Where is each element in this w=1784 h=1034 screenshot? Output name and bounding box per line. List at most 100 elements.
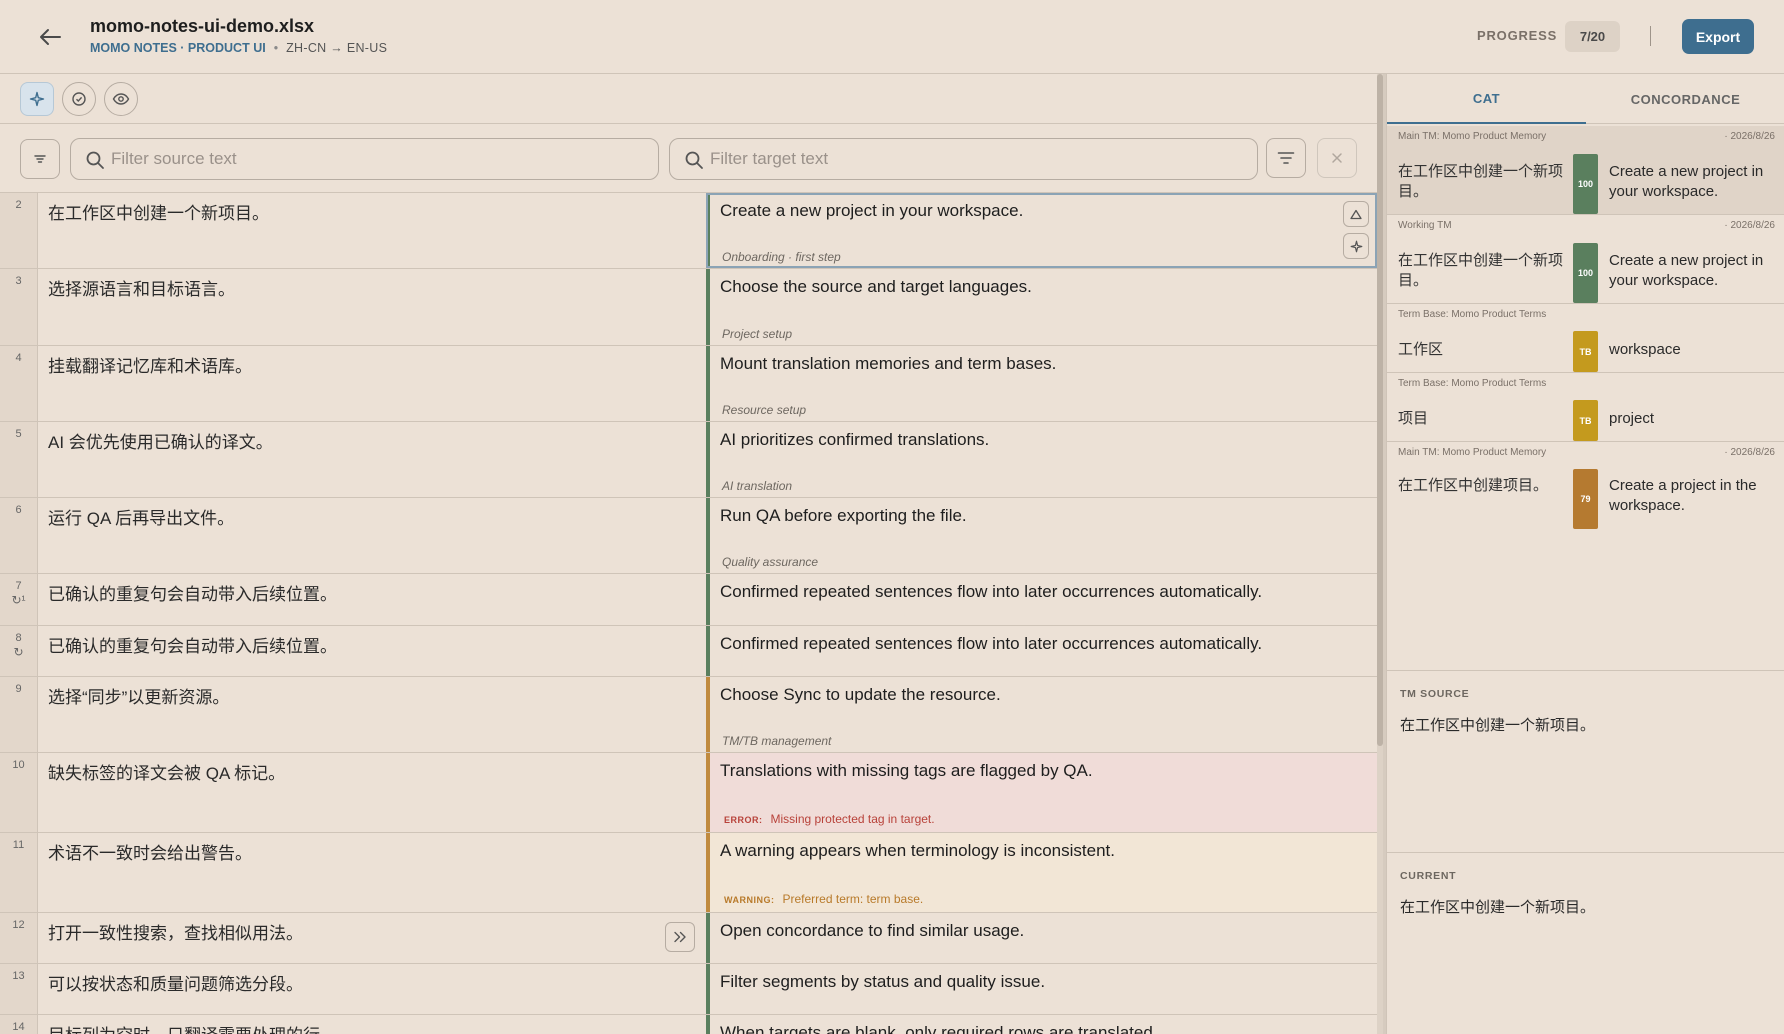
segment-row[interactable]: 14 目标列为空时，只翻译需要处理的行。 When targets are bl…	[0, 1015, 1377, 1034]
match-source: 项目	[1398, 410, 1429, 427]
clear-filters-button[interactable]	[1317, 138, 1357, 178]
segment-row[interactable]: 12 打开一致性搜索，查找相似用法。 Open concordance to f…	[0, 913, 1377, 964]
segment-target-cell[interactable]: Filter segments by status and quality is…	[706, 964, 1377, 1014]
segment-row[interactable]: 5 AI 会优先使用已确认的译文。 AI prioritizes confirm…	[0, 422, 1377, 498]
match-source: 在工作区中创建项目。	[1398, 477, 1549, 494]
menu-lines-icon	[34, 155, 46, 163]
ai-sparkle-button[interactable]	[20, 82, 54, 116]
tb-match[interactable]: Term Base: Momo Product Terms 项目 TB proj…	[1387, 373, 1784, 442]
eye-icon	[112, 93, 130, 105]
segment-row[interactable]: 2 在工作区中创建一个新项目。 Create a new project in …	[0, 193, 1377, 269]
segment-target[interactable]: When targets are blank, only required ro…	[720, 1023, 1158, 1034]
segment-target-cell[interactable]: A warning appears when terminology is in…	[706, 833, 1377, 912]
header-divider	[1650, 26, 1651, 46]
segment-target-cell[interactable]: Choose Sync to update the resource. TM/T…	[706, 677, 1377, 752]
segment-number: 13	[0, 964, 38, 1014]
segment-row[interactable]: 3 选择源语言和目标语言。 Choose the source and targ…	[0, 269, 1377, 346]
segment-row[interactable]: 10 缺失标签的译文会被 QA 标记。 Translations with mi…	[0, 753, 1377, 833]
match-score: 100	[1573, 243, 1598, 303]
check-circle-icon	[72, 92, 86, 106]
segment-target[interactable]: Open concordance to find similar usage.	[720, 921, 1024, 941]
segment-target-cell[interactable]: Translations with missing tags are flagg…	[706, 753, 1377, 832]
segment-target[interactable]: Mount translation memories and term base…	[720, 354, 1056, 374]
segment-target[interactable]: Choose the source and target languages.	[720, 277, 1032, 297]
segment-target[interactable]: Create a new project in your workspace.	[720, 201, 1023, 221]
sparkle-icon	[29, 91, 45, 107]
confirm-button[interactable]	[62, 82, 96, 116]
segment-row[interactable]: 7 ↻¹ 已确认的重复句会自动带入后续位置。 Confirmed repeate…	[0, 574, 1377, 626]
match-score: TB	[1573, 331, 1598, 372]
editor-toolbar	[0, 74, 1383, 124]
tm-match[interactable]: Main TM: Momo Product Memory · 2026/8/26…	[1387, 442, 1784, 532]
match-target: Create a new project in your workspace.	[1609, 252, 1764, 289]
tab-concordance[interactable]: CONCORDANCE	[1586, 74, 1784, 124]
match-score: 79	[1573, 469, 1598, 529]
segment-target-cell[interactable]: Confirmed repeated sentences flow into l…	[706, 626, 1377, 676]
segment-target-cell[interactable]: Create a new project in your workspace. …	[706, 193, 1377, 268]
source-filter[interactable]	[70, 138, 659, 180]
segment-row[interactable]: 6 运行 QA 后再导出文件。 Run QA before exporting …	[0, 498, 1377, 574]
segment-target[interactable]: Run QA before exporting the file.	[720, 506, 967, 526]
match-score: 100	[1573, 154, 1598, 214]
segment-number: 12	[0, 913, 38, 963]
segment-target[interactable]: Choose Sync to update the resource.	[720, 685, 1001, 705]
target-filter[interactable]	[669, 138, 1258, 180]
segment-row[interactable]: 8 ↻ 已确认的重复句会自动带入后续位置。 Confirmed repeated…	[0, 626, 1377, 677]
filter-options-button[interactable]	[1266, 138, 1306, 178]
segment-target-cell[interactable]: Choose the source and target languages. …	[706, 269, 1377, 345]
match-origin: Main TM: Momo Product Memory	[1398, 447, 1547, 458]
file-title: momo-notes-ui-demo.xlsx	[90, 16, 315, 36]
ai-translate-button[interactable]	[1343, 233, 1369, 259]
segment-source: 打开一致性搜索，查找相似用法。	[48, 924, 303, 943]
segment-target[interactable]: Confirmed repeated sentences flow into l…	[720, 582, 1262, 602]
segment-target-cell[interactable]: Confirmed repeated sentences flow into l…	[706, 574, 1377, 625]
segment-target[interactable]: Translations with missing tags are flagg…	[720, 761, 1093, 781]
progress-label: PROGRESS	[1477, 28, 1558, 43]
match-source: 在工作区中创建一个新项目。	[1398, 252, 1564, 289]
sort-button[interactable]	[20, 139, 60, 179]
match-origin: Main TM: Momo Product Memory	[1398, 131, 1547, 142]
segment-target-cell[interactable]: AI prioritizes confirmed translations. A…	[706, 422, 1377, 497]
tab-cat[interactable]: CAT	[1387, 74, 1586, 124]
repetition-icon: ↻¹	[11, 593, 26, 607]
segment-source: 已确认的重复句会自动带入后续位置。	[48, 637, 337, 656]
segment-row[interactable]: 13 可以按状态和质量问题筛选分段。 Filter segments by st…	[0, 964, 1377, 1015]
segment-target-cell[interactable]: Open concordance to find similar usage.	[706, 913, 1377, 963]
tm-match[interactable]: Working TM · 2026/8/26 在工作区中创建一个新项目。 100…	[1387, 215, 1784, 304]
segment-target[interactable]: AI prioritizes confirmed translations.	[720, 430, 989, 450]
source-filter-input[interactable]	[111, 149, 658, 169]
tb-match[interactable]: Term Base: Momo Product Terms 工作区 TB wor…	[1387, 304, 1784, 373]
file-subtitle: MOMO NOTES · PRODUCT UI • ZH-CN → EN-US	[90, 41, 387, 55]
target-filter-input[interactable]	[710, 149, 1257, 169]
qa-error-text: Missing protected tag in target.	[770, 812, 935, 826]
segment-source: 已确认的重复句会自动带入后续位置。	[48, 585, 337, 604]
segment-target[interactable]: Filter segments by status and quality is…	[720, 972, 1045, 992]
progress-value: 7/20	[1565, 21, 1620, 52]
close-icon	[1332, 153, 1342, 163]
segment-number: 11	[0, 833, 38, 912]
segment-row[interactable]: 11 术语不一致时会给出警告。 A warning appears when t…	[0, 833, 1377, 913]
segment-target[interactable]: A warning appears when terminology is in…	[720, 841, 1115, 861]
preview-button[interactable]	[104, 82, 138, 116]
warning-triangle-button[interactable]	[1343, 201, 1369, 227]
segment-number: 4	[0, 346, 38, 421]
segment-target-cell[interactable]: Mount translation memories and term base…	[706, 346, 1377, 421]
warning-icon	[1350, 209, 1362, 219]
segment-target-cell[interactable]: Run QA before exporting the file. Qualit…	[706, 498, 1377, 573]
segment-row[interactable]: 4 挂载翻译记忆库和术语库。 Mount translation memorie…	[0, 346, 1377, 422]
segment-target-cell[interactable]: When targets are blank, only required ro…	[706, 1015, 1377, 1034]
current-label: CURRENT	[1400, 870, 1457, 882]
segment-target[interactable]: Confirmed repeated sentences flow into l…	[720, 634, 1262, 654]
segment-number-text: 8	[15, 632, 22, 644]
copy-source-button[interactable]	[665, 922, 695, 952]
segment-number: 2	[0, 193, 38, 268]
export-button[interactable]: Export	[1682, 19, 1754, 54]
segment-source: 运行 QA 后再导出文件。	[48, 509, 235, 528]
segment-number: 14	[0, 1015, 38, 1034]
qa-error-label: ERROR:	[724, 815, 763, 825]
back-arrow-icon[interactable]	[34, 22, 66, 52]
tm-match[interactable]: Main TM: Momo Product Memory · 2026/8/26…	[1387, 126, 1784, 215]
segment-number: 5	[0, 422, 38, 497]
repetition-icon: ↻	[13, 645, 24, 659]
segment-row[interactable]: 9 选择“同步”以更新资源。 Choose Sync to update the…	[0, 677, 1377, 753]
